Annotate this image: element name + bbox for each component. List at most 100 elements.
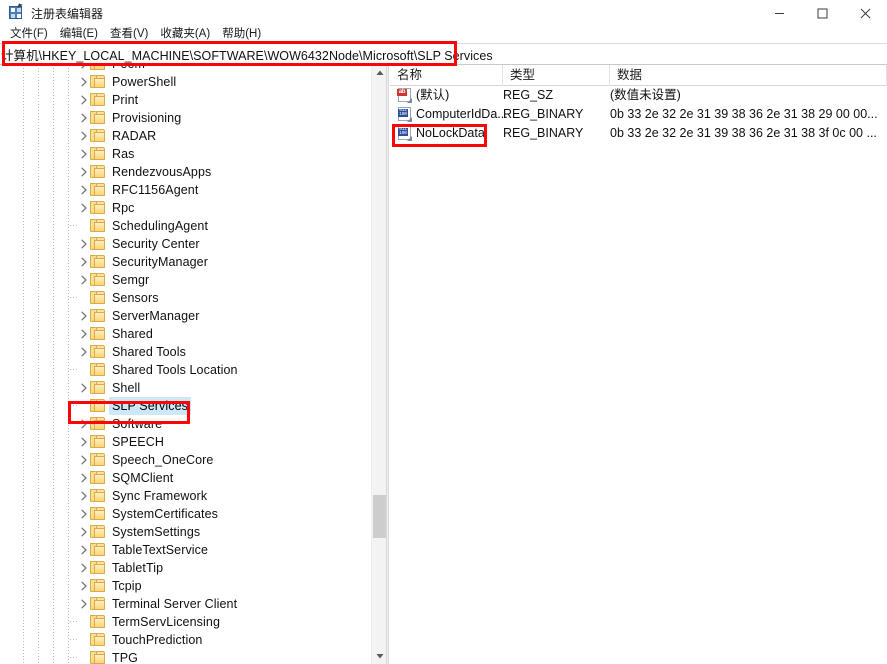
chevron-right-icon[interactable] (78, 472, 90, 484)
pane-splitter[interactable] (386, 65, 389, 664)
value-row[interactable]: 011 100 NoLockData REG_BINARY 0b 33 2e 32 2e… (390, 124, 887, 143)
chevron-right-icon[interactable] (78, 202, 90, 214)
menu-view[interactable]: 查看(V) (104, 26, 154, 43)
tree-node-label: TouchPrediction (112, 633, 203, 647)
chevron-right-icon[interactable] (78, 256, 90, 268)
tree-node[interactable]: SecurityManager (0, 253, 371, 271)
tree-node[interactable]: SQMClient (0, 469, 371, 487)
chevron-right-icon[interactable] (78, 274, 90, 286)
menu-help[interactable]: 帮助(H) (216, 26, 267, 43)
tree-node-label: Tcpip (112, 579, 142, 593)
tree-node[interactable]: SystemSettings (0, 523, 371, 541)
tree-node[interactable]: SLP Services (0, 397, 371, 415)
chevron-right-icon[interactable] (78, 184, 90, 196)
tree-node-label: SPEECH (112, 435, 165, 449)
chevron-right-icon[interactable] (78, 238, 90, 250)
tree-node[interactable]: TabletTip (0, 559, 371, 577)
column-name[interactable]: 名称 (390, 65, 503, 86)
tree-node[interactable]: RADAR (0, 127, 371, 145)
tree-node[interactable]: TableTextService (0, 541, 371, 559)
tree-node[interactable]: Security Center (0, 235, 371, 253)
tree-node-label: SchedulingAgent (112, 219, 209, 233)
chevron-right-icon[interactable] (78, 76, 90, 88)
value-row[interactable]: 011 100 ComputerIdDa... REG_BINARY 0b 33 2e … (390, 105, 887, 124)
tree-vertical-scrollbar[interactable] (371, 65, 386, 664)
chevron-right-icon[interactable] (78, 166, 90, 178)
tree-node[interactable]: SchedulingAgent (0, 217, 371, 235)
tree-node[interactable]: SPEECH (0, 433, 371, 451)
chevron-right-icon[interactable] (78, 526, 90, 538)
minimize-button[interactable] (758, 0, 801, 26)
window-controls (758, 0, 887, 26)
folder-icon (90, 489, 105, 502)
tree-node[interactable]: RFC1156Agent (0, 181, 371, 199)
folder-icon (90, 633, 105, 646)
folder-icon (90, 399, 105, 412)
folder-icon (90, 651, 105, 664)
folder-icon (90, 147, 105, 160)
column-type[interactable]: 类型 (503, 65, 610, 86)
chevron-right-icon[interactable] (78, 454, 90, 466)
tree-node[interactable]: Shared Tools (0, 343, 371, 361)
tree-node[interactable]: PowerShell (0, 73, 371, 91)
chevron-right-icon[interactable] (78, 490, 90, 502)
tree-node[interactable]: TPG (0, 649, 371, 664)
scroll-up-arrow[interactable] (372, 65, 386, 81)
menu-file[interactable]: 文件(F) (4, 26, 54, 43)
tree-node[interactable]: Print (0, 91, 371, 109)
tree-node[interactable]: Sensors (0, 289, 371, 307)
chevron-right-icon[interactable] (78, 328, 90, 340)
tree-node[interactable]: ServerManager (0, 307, 371, 325)
tree-node[interactable]: SystemCertificates (0, 505, 371, 523)
tree-node[interactable]: Semgr (0, 271, 371, 289)
chevron-right-icon[interactable] (78, 346, 90, 358)
registry-tree-pane: Peem PowerShell Print Provisioning RADAR Ras R… (0, 65, 386, 664)
chevron-right-icon[interactable] (78, 436, 90, 448)
maximize-button[interactable] (801, 0, 844, 26)
chevron-right-icon[interactable] (78, 65, 90, 70)
folder-icon (90, 201, 105, 214)
tree-node[interactable]: Software (0, 415, 371, 433)
scroll-down-arrow[interactable] (372, 648, 386, 664)
menu-edit[interactable]: 编辑(E) (54, 26, 104, 43)
chevron-right-icon[interactable] (78, 562, 90, 574)
tree-node[interactable]: Tcpip (0, 577, 371, 595)
chevron-right-icon[interactable] (78, 310, 90, 322)
folder-icon (90, 363, 105, 376)
tree-node[interactable]: Shell (0, 379, 371, 397)
tree-node-label: SystemSettings (112, 525, 201, 539)
value-row[interactable]: ab (默认) REG_SZ (数值未设置) (390, 86, 887, 105)
tree-node[interactable]: Rpc (0, 199, 371, 217)
tree-node[interactable]: TermServLicensing (0, 613, 371, 631)
scroll-thumb[interactable] (373, 495, 386, 538)
tree-node[interactable]: TouchPrediction (0, 631, 371, 649)
chevron-right-icon[interactable] (78, 580, 90, 592)
column-data[interactable]: 数据 (610, 65, 887, 86)
tree-node[interactable]: Speech_OneCore (0, 451, 371, 469)
chevron-right-icon[interactable] (78, 508, 90, 520)
close-button[interactable] (844, 0, 887, 26)
folder-icon (90, 237, 105, 250)
address-bar[interactable]: 计算机\HKEY_LOCAL_MACHINE\SOFTWARE\WOW6432N… (0, 43, 887, 65)
chevron-right-icon[interactable] (78, 382, 90, 394)
chevron-right-icon[interactable] (78, 148, 90, 160)
value-data: 0b 33 2e 32 2e 31 39 38 36 2e 31 38 29 0… (610, 107, 878, 121)
folder-icon (90, 129, 105, 142)
tree-node[interactable]: RendezvousApps (0, 163, 371, 181)
tree-node[interactable]: Ras (0, 145, 371, 163)
chevron-right-icon[interactable] (78, 418, 90, 430)
tree-node[interactable]: Terminal Server Client (0, 595, 371, 613)
tree-node[interactable]: Peem (0, 65, 371, 73)
tree-node-label: Provisioning (112, 111, 182, 125)
chevron-right-icon[interactable] (78, 112, 90, 124)
tree-node[interactable]: Shared (0, 325, 371, 343)
chevron-right-icon[interactable] (78, 598, 90, 610)
folder-icon (90, 417, 105, 430)
menu-favorites[interactable]: 收藏夹(A) (154, 26, 216, 43)
tree-node[interactable]: Sync Framework (0, 487, 371, 505)
tree-node[interactable]: Shared Tools Location (0, 361, 371, 379)
chevron-right-icon[interactable] (78, 94, 90, 106)
chevron-right-icon[interactable] (78, 130, 90, 142)
tree-node[interactable]: Provisioning (0, 109, 371, 127)
chevron-right-icon[interactable] (78, 544, 90, 556)
